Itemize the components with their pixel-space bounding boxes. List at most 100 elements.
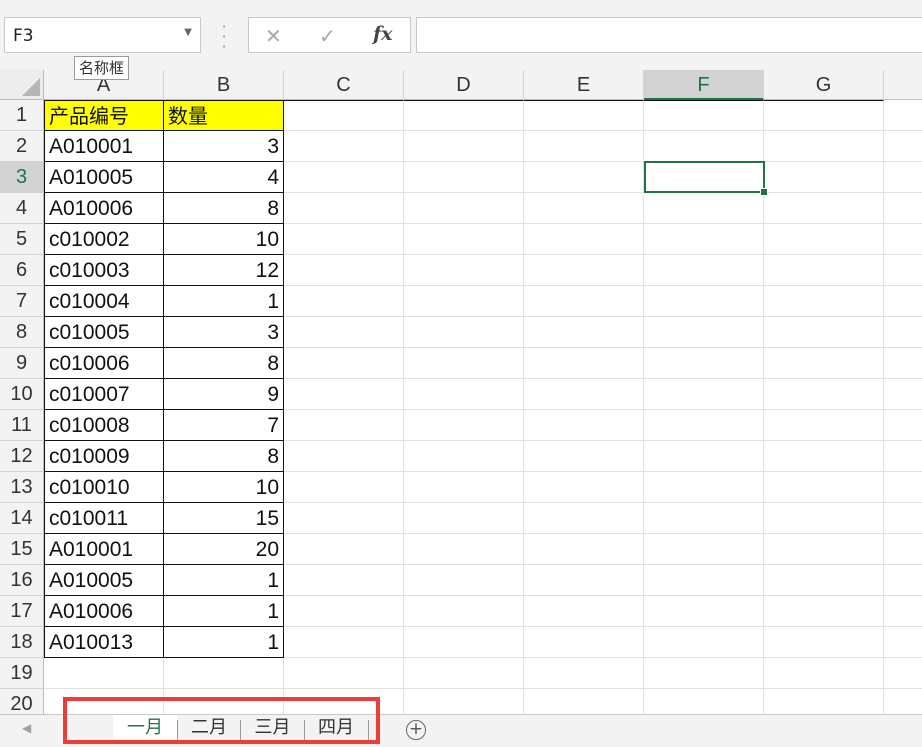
cell-e12[interactable] <box>524 441 644 472</box>
cell-h16[interactable] <box>884 565 922 596</box>
cell-d13[interactable] <box>404 472 524 503</box>
cell-f7[interactable] <box>644 286 764 317</box>
cell-h6[interactable] <box>884 255 922 286</box>
cell-c6[interactable] <box>284 255 404 286</box>
cell-c2[interactable] <box>284 131 404 162</box>
cell-c5[interactable] <box>284 224 404 255</box>
cell-b4[interactable]: 8 <box>164 193 284 224</box>
cell-e13[interactable] <box>524 472 644 503</box>
cell-a6[interactable]: c010003 <box>44 255 164 286</box>
cell-g7[interactable] <box>764 286 884 317</box>
cell-e20[interactable] <box>524 689 644 717</box>
enter-icon[interactable]: ✓ <box>319 24 336 48</box>
cell-a11[interactable]: c010008 <box>44 410 164 441</box>
cell-h14[interactable] <box>884 503 922 534</box>
cell-b8[interactable]: 3 <box>164 317 284 348</box>
cell-d5[interactable] <box>404 224 524 255</box>
cell-c14[interactable] <box>284 503 404 534</box>
cell-d12[interactable] <box>404 441 524 472</box>
cell-d4[interactable] <box>404 193 524 224</box>
add-sheet-icon[interactable]: + <box>406 720 426 740</box>
cell-a7[interactable]: c010004 <box>44 286 164 317</box>
row-header-10[interactable]: 10 <box>0 379 44 410</box>
cell-c4[interactable] <box>284 193 404 224</box>
cell-e7[interactable] <box>524 286 644 317</box>
row-header-8[interactable]: 8 <box>0 317 44 348</box>
cell-g5[interactable] <box>764 224 884 255</box>
cell-f2[interactable] <box>644 131 764 162</box>
cell-g20[interactable] <box>764 689 884 717</box>
cell-f14[interactable] <box>644 503 764 534</box>
cell-h15[interactable] <box>884 534 922 565</box>
cell-g4[interactable] <box>764 193 884 224</box>
cell-b16[interactable]: 1 <box>164 565 284 596</box>
name-box[interactable]: F3 ▼ <box>4 17 201 53</box>
cell-a15[interactable]: A010001 <box>44 534 164 565</box>
cell-g13[interactable] <box>764 472 884 503</box>
cell-d19[interactable] <box>404 658 524 689</box>
cell-b19[interactable] <box>164 658 284 689</box>
cell-h4[interactable] <box>884 193 922 224</box>
row-header-5[interactable]: 5 <box>0 224 44 255</box>
cell-f13[interactable] <box>644 472 764 503</box>
cell-f16[interactable] <box>644 565 764 596</box>
cell-e18[interactable] <box>524 627 644 658</box>
column-header-h[interactable] <box>884 70 922 100</box>
cancel-icon[interactable]: ✕ <box>265 24 282 48</box>
cell-d2[interactable] <box>404 131 524 162</box>
cell-a12[interactable]: c010009 <box>44 441 164 472</box>
cell-a2[interactable]: A010001 <box>44 131 164 162</box>
cell-h5[interactable] <box>884 224 922 255</box>
cell-g18[interactable] <box>764 627 884 658</box>
cell-e14[interactable] <box>524 503 644 534</box>
cell-h11[interactable] <box>884 410 922 441</box>
cell-f4[interactable] <box>644 193 764 224</box>
cell-g6[interactable] <box>764 255 884 286</box>
cell-c8[interactable] <box>284 317 404 348</box>
worksheet-grid[interactable]: A B C D E F G 1 产品编号 数量 2 A010001 3 3 A010005 4 4 A010006… <box>0 70 922 717</box>
row-header-15[interactable]: 15 <box>0 534 44 565</box>
row-header-19[interactable]: 19 <box>0 658 44 689</box>
cell-b14[interactable]: 15 <box>164 503 284 534</box>
cell-g19[interactable] <box>764 658 884 689</box>
row-header-7[interactable]: 7 <box>0 286 44 317</box>
row-header-20[interactable]: 20 <box>0 689 44 717</box>
cell-f9[interactable] <box>644 348 764 379</box>
cell-h9[interactable] <box>884 348 922 379</box>
cell-e3[interactable] <box>524 162 644 193</box>
cell-f18[interactable] <box>644 627 764 658</box>
cell-b11[interactable]: 7 <box>164 410 284 441</box>
cell-h13[interactable] <box>884 472 922 503</box>
cell-h20[interactable] <box>884 689 922 717</box>
cell-b3[interactable]: 4 <box>164 162 284 193</box>
row-header-9[interactable]: 9 <box>0 348 44 379</box>
cell-c10[interactable] <box>284 379 404 410</box>
cell-d6[interactable] <box>404 255 524 286</box>
cell-a3[interactable]: A010005 <box>44 162 164 193</box>
cell-h1[interactable] <box>884 100 922 131</box>
cell-b2[interactable]: 3 <box>164 131 284 162</box>
cell-e15[interactable] <box>524 534 644 565</box>
cell-d3[interactable] <box>404 162 524 193</box>
cell-g16[interactable] <box>764 565 884 596</box>
cell-c13[interactable] <box>284 472 404 503</box>
cell-f15[interactable] <box>644 534 764 565</box>
row-header-14[interactable]: 14 <box>0 503 44 534</box>
column-header-b[interactable]: B <box>164 70 284 100</box>
cell-d9[interactable] <box>404 348 524 379</box>
cell-b1[interactable]: 数量 <box>164 100 284 131</box>
cell-a17[interactable]: A010006 <box>44 596 164 627</box>
cell-b15[interactable]: 20 <box>164 534 284 565</box>
cell-f1[interactable] <box>644 100 764 131</box>
cell-d1[interactable] <box>404 100 524 131</box>
cell-c18[interactable] <box>284 627 404 658</box>
column-header-c[interactable]: C <box>284 70 404 100</box>
scroll-left-icon[interactable]: ◀ <box>22 721 31 735</box>
cell-e10[interactable] <box>524 379 644 410</box>
cell-f8[interactable] <box>644 317 764 348</box>
cell-a13[interactable]: c010010 <box>44 472 164 503</box>
row-header-1[interactable]: 1 <box>0 100 44 131</box>
cell-f10[interactable] <box>644 379 764 410</box>
cell-e8[interactable] <box>524 317 644 348</box>
cell-h19[interactable] <box>884 658 922 689</box>
